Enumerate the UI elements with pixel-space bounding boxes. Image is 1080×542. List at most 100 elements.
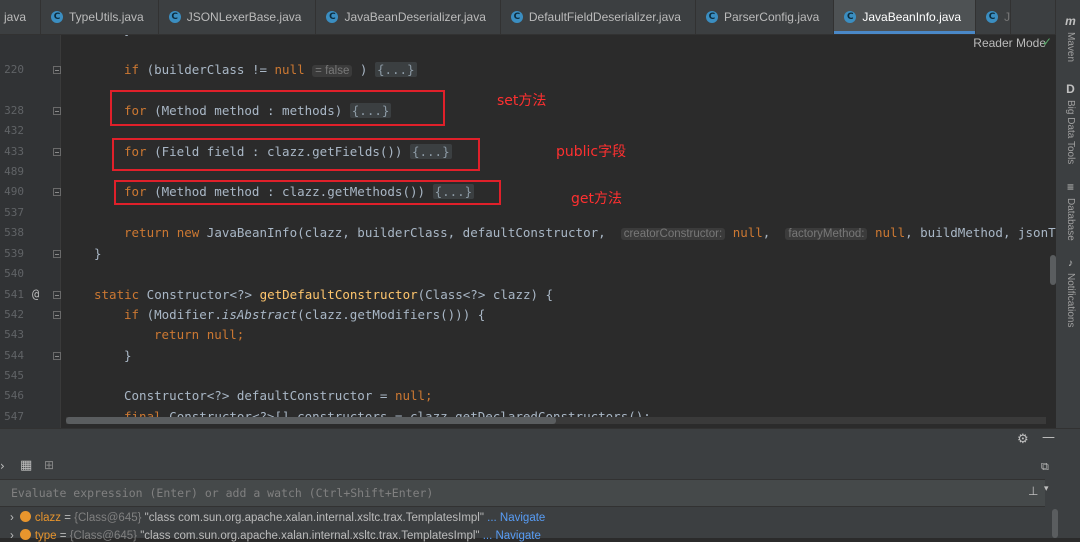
tab-label: TypeUtils.java	[69, 10, 144, 24]
fold-marker[interactable]	[53, 66, 61, 74]
class-icon: C	[168, 11, 181, 23]
tab-label: JavaBeanInfo.java	[862, 10, 962, 24]
tab-label: JSONLexerBase.java	[186, 10, 302, 24]
expand-icon[interactable]: ▾	[1044, 484, 1049, 494]
tab-defaultfielddeserializer[interactable]: C DefaultFieldDeserializer.java	[501, 0, 696, 34]
line-number: 537	[4, 206, 24, 219]
annotation-set-methods: set方法	[497, 93, 547, 109]
line-number: 541	[4, 288, 24, 301]
navigate-link[interactable]: ... Navigate	[487, 512, 545, 524]
code-line: return null;	[154, 327, 245, 342]
code-line: static Constructor<?> getDefaultConstruc…	[94, 287, 554, 302]
tab-jsonlexerbase[interactable]: C JSONLexerBase.java	[159, 0, 317, 34]
line-number: 538	[4, 226, 24, 239]
debug-panel: ⚙ — › ▦ ⊞ ⧉ Evaluate expression (Enter) …	[0, 428, 1080, 542]
class-icon: C	[510, 11, 523, 23]
class-icon: C	[986, 11, 999, 23]
line-number: 433	[4, 145, 24, 158]
chevron-right-icon[interactable]: ›	[0, 459, 5, 473]
line-number: 544	[4, 349, 24, 362]
expand-arrow-icon[interactable]: ›	[10, 530, 14, 542]
tool-notifications[interactable]: ♪ Notifications	[1065, 258, 1076, 327]
param-hint: creatorConstructor:	[620, 228, 726, 240]
variable-row[interactable]: › type = {Class@645} "class com.sun.org.a…	[10, 529, 541, 542]
tab-javabeaninfo[interactable]: C JavaBeanInfo.java	[834, 0, 977, 34]
evaluate-expression-bar[interactable]: Evaluate expression (Enter) or add a wat…	[0, 479, 1045, 507]
class-icon: C	[51, 11, 64, 23]
restore-icon[interactable]: ⧉	[1041, 460, 1049, 474]
line-number: 543	[4, 328, 24, 341]
bell-icon: ♪	[1068, 258, 1073, 269]
code-line: return new JavaBeanInfo(clazz, builderCl…	[124, 225, 1056, 240]
class-icon: C	[326, 11, 339, 23]
fold-marker[interactable]	[53, 148, 61, 156]
reader-mode-toggle[interactable]: Reader Mode	[973, 36, 1046, 50]
expand-arrow-icon[interactable]: ›	[10, 512, 14, 524]
scrollbar-thumb[interactable]	[66, 417, 556, 424]
tool-label: Database	[1065, 198, 1076, 241]
line-number: 219	[2, 35, 24, 36]
tool-big-data-tools[interactable]: D Big Data Tools	[1065, 82, 1076, 164]
line-number: 542	[4, 308, 24, 321]
field-icon	[19, 511, 31, 522]
tab-typeutils[interactable]: C TypeUtils.java	[41, 0, 159, 34]
override-gutter-icon[interactable]: @	[32, 287, 39, 301]
code-editor[interactable]: 219 220 328 432 433 489 490 537 538 539 …	[0, 35, 1056, 428]
fold-marker[interactable]	[53, 352, 61, 360]
tool-label: Big Data Tools	[1065, 100, 1076, 165]
line-number: 432	[4, 124, 24, 137]
code-line: }	[94, 246, 102, 261]
fold-marker[interactable]	[53, 250, 61, 258]
tab-label: DefaultFieldDeserializer.java	[528, 10, 681, 24]
fold-marker[interactable]	[53, 107, 61, 115]
panel-vertical-scrollbar[interactable]	[1052, 509, 1058, 538]
code-line: }	[124, 35, 132, 37]
fold-marker[interactable]	[53, 291, 61, 299]
layout-icon[interactable]: ⊞	[44, 458, 54, 472]
tool-database[interactable]: ≡ Database	[1065, 180, 1076, 241]
tab-java[interactable]: java	[0, 0, 42, 34]
database-icon: ≡	[1067, 180, 1075, 194]
code-line: if (Modifier.isAbstract(clazz.getModifie…	[124, 307, 486, 322]
line-number: 490	[4, 185, 24, 198]
gear-icon[interactable]: ⚙	[1017, 432, 1029, 447]
line-number: 547	[4, 410, 24, 423]
maven-icon: m	[1065, 14, 1076, 28]
editor-tab-bar: java C TypeUtils.java C JSONLexerBase.ja…	[0, 0, 1056, 35]
watch-icon[interactable]: ⊥	[1028, 484, 1038, 498]
tool-label: Maven	[1065, 32, 1076, 63]
line-number: 545	[4, 369, 24, 382]
tab-parserconfig[interactable]: C ParserConfig.java	[696, 0, 835, 34]
tool-label: Notifications	[1065, 273, 1076, 328]
line-number: 546	[4, 389, 24, 402]
tab-javabeandeserializer[interactable]: C JavaBeanDeserializer.java	[316, 0, 501, 34]
code-line: Constructor<?> defaultConstructor = null…	[124, 388, 433, 403]
folded-block: {...}	[374, 62, 417, 77]
evaluate-expression-input[interactable]: Evaluate expression (Enter) or add a wat…	[11, 486, 433, 500]
fold-marker[interactable]	[53, 311, 61, 319]
check-icon: ✓	[1041, 35, 1052, 49]
tab-overflow[interactable]: C J	[976, 0, 1012, 34]
editor-vertical-scrollbar[interactable]	[1050, 255, 1056, 285]
highlight-box-set	[110, 90, 445, 126]
table-view-icon[interactable]: ▦	[20, 458, 32, 473]
navigate-link[interactable]: ... Navigate	[483, 530, 541, 542]
inline-value-hint: = false	[312, 65, 353, 77]
minimize-icon[interactable]: —	[1042, 430, 1055, 445]
tab-label: JavaBeanDeserializer.java	[344, 10, 486, 24]
line-number: 220	[4, 63, 24, 76]
line-number: 489	[4, 165, 24, 178]
tool-maven[interactable]: m Maven	[1065, 14, 1076, 62]
variable-row[interactable]: › clazz = {Class@645} "class com.sun.org.…	[10, 511, 545, 524]
annotation-get-methods: get方法	[571, 191, 622, 207]
tab-label: java	[4, 10, 27, 24]
class-icon: C	[844, 11, 857, 23]
right-tool-strip: m Maven D Big Data Tools ≡ Database ♪ No…	[1055, 0, 1080, 428]
fold-marker[interactable]	[53, 188, 61, 196]
highlight-box-get	[114, 180, 501, 205]
editor-horizontal-scrollbar[interactable]	[66, 417, 1046, 424]
line-number: 540	[4, 267, 24, 280]
line-number: 328	[4, 104, 24, 117]
class-icon: C	[705, 11, 718, 23]
code-line: if (builderClass != null = false ) {...}	[124, 62, 417, 77]
